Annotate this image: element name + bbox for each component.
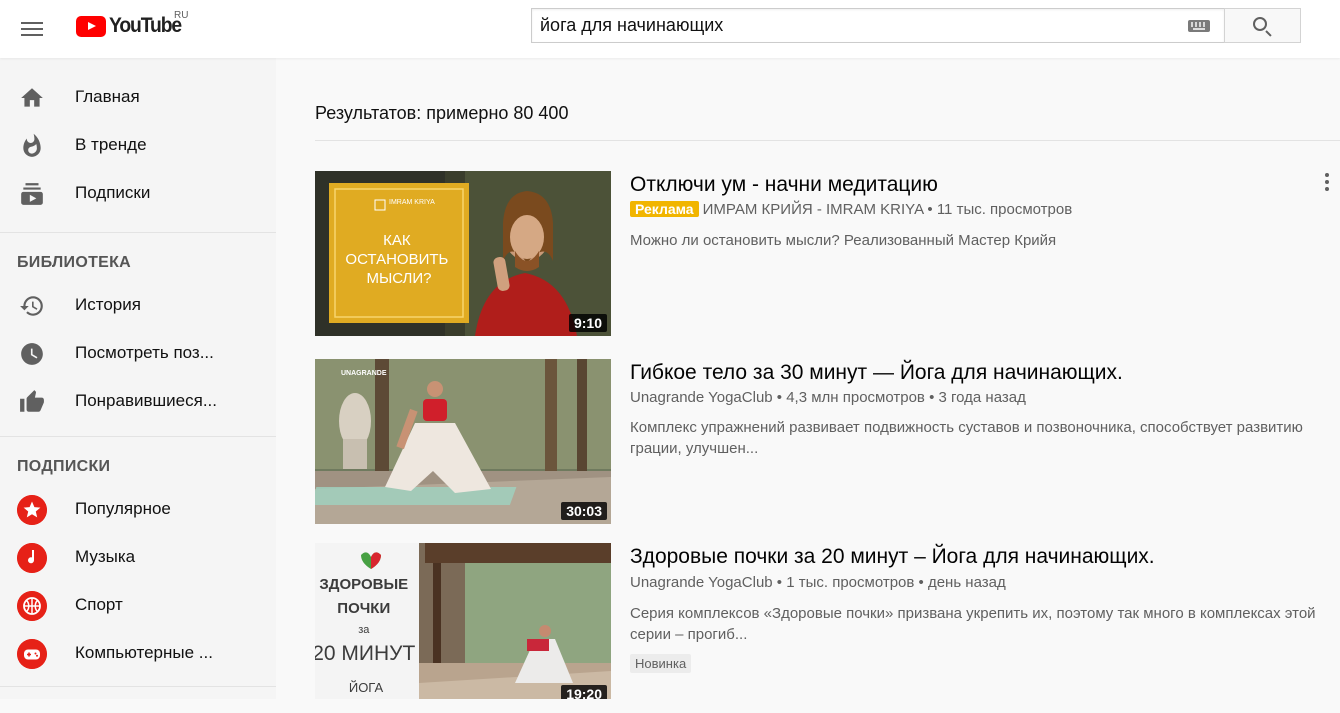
sidebar-item-liked[interactable]: Понравившиеся... (0, 377, 276, 425)
search-icon (1253, 17, 1267, 31)
video-result: IMRAM KRIYA КАК ОСТАНОВИТЬ МЫСЛИ? 9:10 О… (315, 171, 1340, 341)
subscriptions-icon (21, 183, 43, 205)
star-icon (17, 495, 47, 525)
results-count: Результатов: примерно 80 400 (315, 103, 569, 123)
sidebar-item-label: Спорт (75, 595, 123, 614)
sidebar-item-label: Подписки (75, 183, 151, 202)
library-section-title: БИБЛИОТЕКА (17, 254, 132, 271)
video-duration: 19:20 (561, 685, 607, 699)
thumb-line1: ЗДОРОВЫЕ (319, 576, 408, 593)
video-meta: Unagrande YogaClub • 4,3 млн просмотров … (630, 389, 1026, 406)
region-label: RU (174, 10, 189, 21)
video-duration: 30:03 (561, 502, 607, 520)
video-description: Комплекс упражнений развивает подвижност… (630, 419, 1303, 457)
video-channel-views: ИМРАМ КРИЙЯ - IMRAM KRIYA • 11 тыс. прос… (702, 201, 1073, 218)
thumb-line4: 20 МИНУТ (315, 642, 415, 665)
ad-badge: Реклама (630, 201, 699, 217)
history-icon (20, 296, 43, 316)
sidebar-item-label: Популярное (75, 499, 171, 518)
music-note-icon (17, 543, 47, 573)
results-divider (315, 140, 1340, 141)
sidebar-item-trending[interactable]: В тренде (0, 121, 276, 169)
sidebar-item-history[interactable]: История (0, 281, 276, 329)
video-result: UNAGRANDE 30:03 Гибкое тело за 30 минут … (315, 359, 1340, 529)
thumbnail-image: IMRAM KRIYA КАК ОСТАНОВИТЬ МЫСЛИ? (315, 171, 611, 336)
sidebar-divider (0, 232, 276, 233)
video-duration: 9:10 (568, 314, 607, 332)
sidebar-item-watch-later[interactable]: Посмотреть поз... (0, 329, 276, 377)
thumb-caption-line: ОСТАНОВИТЬ (345, 251, 448, 268)
youtube-logo[interactable]: YouTube RU (76, 10, 189, 39)
clock-icon (21, 343, 43, 365)
sidebar-divider (0, 686, 276, 687)
subscriptions-section-title: ПОДПИСКИ (17, 458, 111, 475)
video-meta: Unagrande YogaClub • 1 тыс. просмотров •… (630, 574, 1006, 591)
masthead: YouTube RU (0, 0, 1340, 58)
video-description: Можно ли остановить мысли? Реализованный… (630, 232, 1057, 249)
thumb-line3: за (358, 624, 370, 636)
logo-wordmark: YouTube (109, 14, 182, 37)
thumbnail-image: ЗДОРОВЫЕ ПОЧКИ за 20 МИНУТ ЙОГА (315, 543, 611, 699)
search-box (531, 8, 1224, 43)
sidebar-item-label: Музыка (75, 547, 136, 566)
sidebar-item-label: В тренде (75, 135, 147, 154)
home-icon (21, 88, 43, 107)
video-description: Серия комплексов «Здоровые почки» призва… (630, 605, 1316, 643)
sidebar-item-home[interactable]: Главная (0, 73, 276, 121)
sidebar: Главная В тренде Подписки БИБЛИОТЕКА Ист… (0, 58, 276, 699)
sidebar-item-label: Понравившиеся... (75, 391, 217, 410)
sidebar-item-music[interactable]: Музыка (0, 533, 276, 581)
thumb-caption-line: МЫСЛИ? (366, 270, 431, 287)
video-title[interactable]: Гибкое тело за 30 минут — Йога для начин… (630, 361, 1123, 385)
sidebar-item-label: Главная (75, 87, 140, 106)
video-title[interactable]: Здоровые почки за 20 минут – Йога для на… (630, 545, 1155, 569)
keyboard-icon[interactable] (1188, 20, 1210, 32)
more-actions-icon[interactable] (1322, 173, 1332, 195)
youtube-play-icon (76, 15, 106, 37)
sidebar-item-label: История (75, 295, 141, 314)
video-meta: Реклама ИМРАМ КРИЙЯ - IMRAM KRIYA • 11 ты… (630, 201, 1072, 218)
flame-icon (23, 133, 41, 157)
basketball-icon (17, 591, 47, 621)
thumb-brand: IMRAM KRIYA (389, 199, 435, 206)
video-title[interactable]: Отключи ум - начни медитацию (630, 173, 938, 197)
sidebar-item-label: Компьютерные ... (75, 643, 213, 662)
video-thumbnail[interactable]: ЗДОРОВЫЕ ПОЧКИ за 20 МИНУТ ЙОГА 19:20 (315, 543, 611, 699)
video-thumbnail[interactable]: IMRAM KRIYA КАК ОСТАНОВИТЬ МЫСЛИ? 9:10 (315, 171, 611, 336)
new-badge: Новинка (630, 654, 692, 673)
thumb-line2: ПОЧКИ (337, 600, 390, 617)
sidebar-item-gaming[interactable]: Компьютерные ... (0, 629, 276, 677)
thumb-brand: UNAGRANDE (341, 370, 387, 377)
sidebar-divider (0, 436, 276, 437)
search-button[interactable] (1224, 8, 1301, 43)
thumb-line5: ЙОГА (349, 680, 384, 695)
gamepad-icon (17, 639, 47, 669)
search-input[interactable] (540, 9, 1170, 42)
sidebar-item-popular[interactable]: Популярное (0, 485, 276, 533)
thumbs-up-icon (20, 390, 44, 412)
sidebar-item-subscriptions[interactable]: Подписки (0, 169, 276, 217)
thumbnail-image: UNAGRANDE (315, 359, 611, 524)
sidebar-item-sport[interactable]: Спорт (0, 581, 276, 629)
thumb-caption-line: КАК (383, 232, 411, 249)
video-thumbnail[interactable]: UNAGRANDE 30:03 (315, 359, 611, 524)
hamburger-menu-icon[interactable] (18, 15, 46, 43)
video-result: ЗДОРОВЫЕ ПОЧКИ за 20 МИНУТ ЙОГА 19:20 Зд… (315, 543, 1340, 713)
sidebar-item-label: Посмотреть поз... (75, 343, 214, 362)
